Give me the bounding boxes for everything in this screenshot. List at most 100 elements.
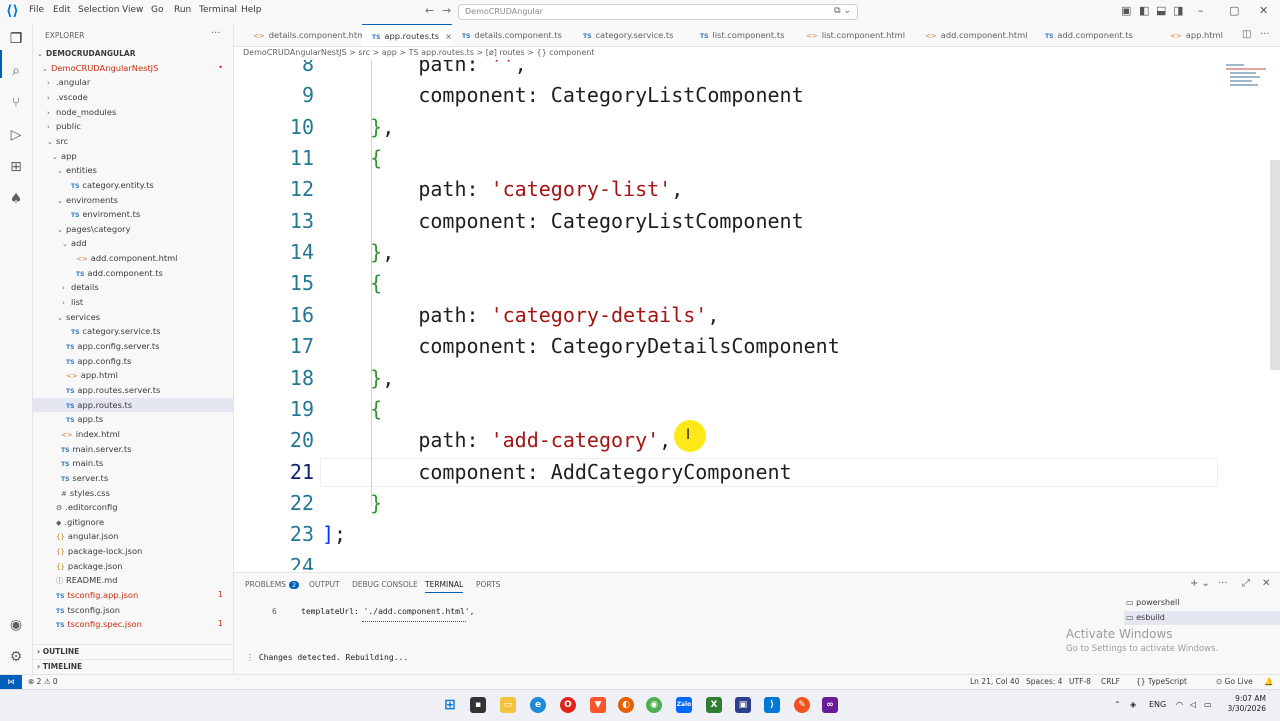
firefox-icon[interactable]: ◐: [618, 697, 634, 713]
code-line[interactable]: component: CategoryDetailsComponent: [322, 334, 839, 358]
tree-item[interactable]: TS app.config.server.ts: [33, 339, 233, 354]
code-line[interactable]: component: AddCategoryComponent: [322, 460, 791, 484]
panel-tab-output[interactable]: OUTPUT: [309, 580, 340, 589]
start-icon[interactable]: ⊞: [442, 697, 458, 713]
battery-icon[interactable]: ▭: [1204, 700, 1212, 709]
toggle-sidebar-icon[interactable]: ◧: [1139, 4, 1149, 17]
code-line[interactable]: },: [322, 366, 394, 390]
menu-run[interactable]: Run: [174, 5, 191, 15]
copilot-icon[interactable]: ⧉ ⌄: [834, 6, 851, 16]
tree-item[interactable]: ⌄ app: [33, 149, 233, 164]
tree-item[interactable]: <> app.html: [33, 368, 233, 383]
edge-icon[interactable]: e: [530, 697, 546, 713]
problems-status[interactable]: ⊗ 2 ⚠ 0: [28, 675, 58, 689]
visual-studio-icon[interactable]: ∞: [822, 697, 838, 713]
tray-app-icon[interactable]: ◈: [1130, 700, 1136, 709]
tab-list-component-ts[interactable]: TS list.component.ts: [690, 24, 794, 46]
eol-status[interactable]: CRLF: [1101, 675, 1120, 689]
code-line[interactable]: path: 'category-details',: [322, 303, 719, 327]
clock[interactable]: 9:07 AM 3/30/2026: [1220, 694, 1266, 714]
tree-item[interactable]: ⓘ README.md: [33, 573, 233, 588]
code-line[interactable]: {: [322, 271, 382, 295]
tree-item[interactable]: TS category.entity.ts: [33, 178, 233, 193]
tree-item[interactable]: › node_modules: [33, 105, 233, 120]
split-editor-icon[interactable]: ◫: [1242, 29, 1251, 40]
language-indicator[interactable]: ENG: [1149, 700, 1166, 709]
tree-item[interactable]: TS enviroment.ts: [33, 207, 233, 222]
code-line[interactable]: path: 'category-list',: [322, 177, 683, 201]
code-line[interactable]: },: [322, 115, 394, 139]
panel-tab-terminal[interactable]: TERMINAL: [425, 580, 464, 593]
go-live-status[interactable]: ⊙ Go Live: [1216, 675, 1253, 689]
menu-selection[interactable]: Selection: [78, 5, 119, 15]
menu-edit[interactable]: Edit: [53, 5, 70, 15]
tree-item[interactable]: TS app.routes.server.ts: [33, 383, 233, 398]
tab-category-service-ts[interactable]: TS category.service.ts: [573, 24, 689, 46]
back-arrow-icon[interactable]: ←: [425, 4, 434, 17]
source-control-icon[interactable]: ⑂: [7, 94, 25, 112]
indentation-status[interactable]: Spaces: 4: [1026, 675, 1062, 689]
code-line[interactable]: {: [322, 397, 382, 421]
encoding-status[interactable]: UTF-8: [1069, 675, 1091, 689]
save-app-icon[interactable]: ▣: [735, 697, 751, 713]
menu-terminal[interactable]: Terminal: [199, 5, 237, 15]
tree-item[interactable]: ⌄ DEMOCRUDANGULAR: [33, 46, 233, 61]
cursor-position-status[interactable]: Ln 21, Col 40: [970, 675, 1019, 689]
tree-item[interactable]: › details: [33, 280, 233, 295]
postman-icon[interactable]: ✎: [794, 697, 810, 713]
tab-list-component-html[interactable]: <> list.component.html: [796, 24, 914, 46]
opera-icon[interactable]: O: [560, 697, 576, 713]
toggle-panel-icon[interactable]: ⬓: [1156, 4, 1166, 17]
tree-item[interactable]: TS tsconfig.spec.json 1: [33, 617, 233, 632]
tree-item[interactable]: TS app.routes.ts: [33, 397, 233, 413]
tab-app-html[interactable]: <> app.html: [1160, 24, 1230, 46]
code-line[interactable]: path: 'add-category',: [322, 428, 671, 452]
editor-scrollbar[interactable]: [1270, 160, 1280, 370]
vscode-taskbar-icon[interactable]: ⟩: [764, 697, 780, 713]
forward-arrow-icon[interactable]: →: [442, 4, 451, 17]
tree-item[interactable]: › .angular: [33, 75, 233, 90]
menu-file[interactable]: File: [29, 5, 44, 15]
tree-item[interactable]: ⚙ .editorconfig: [33, 500, 233, 515]
minimize-icon[interactable]: –: [1198, 4, 1204, 17]
tree-item[interactable]: › .vscode: [33, 90, 233, 105]
menu-go[interactable]: Go: [151, 5, 163, 15]
new-terminal-icon[interactable]: + ⌄: [1190, 578, 1210, 589]
tree-item[interactable]: › list: [33, 295, 233, 310]
tree-item[interactable]: TS app.config.ts: [33, 354, 233, 369]
more-actions-icon[interactable]: ···: [211, 28, 221, 39]
tree-item[interactable]: ⌄ add: [33, 236, 233, 251]
panel-tab-ports[interactable]: PORTS: [476, 580, 500, 589]
account-icon[interactable]: ◉: [7, 616, 25, 634]
file-explorer-icon[interactable]: ▭: [500, 697, 516, 713]
tree-item[interactable]: {} package-lock.json: [33, 544, 233, 559]
tree-item[interactable]: ⌄ DemoCRUDAngularNestJS •: [33, 61, 233, 76]
tree-item[interactable]: TS server.ts: [33, 471, 233, 486]
tab-app-routes-ts[interactable]: TS app.routes.ts ×: [362, 24, 452, 46]
tree-item[interactable]: TS tsconfig.json: [33, 603, 233, 618]
tree-item[interactable]: <> add.component.html: [33, 251, 233, 266]
tree-item[interactable]: › public: [33, 119, 233, 134]
tree-item[interactable]: ⌄ entities: [33, 163, 233, 178]
remote-icon[interactable]: ⋈: [0, 675, 22, 689]
run-debug-icon[interactable]: ▷: [7, 126, 25, 144]
panel-tab-problems[interactable]: PROBLEMS 2: [245, 580, 300, 589]
tree-item[interactable]: TS app.ts: [33, 412, 233, 427]
tree-item[interactable]: {} package.json: [33, 559, 233, 574]
menu-view[interactable]: View: [122, 5, 143, 15]
outline-section[interactable]: › OUTLINE: [33, 644, 233, 659]
tree-item[interactable]: {} angular.json: [33, 529, 233, 544]
tree-item[interactable]: TS main.server.ts: [33, 442, 233, 457]
extensions-icon[interactable]: ⊞: [7, 158, 25, 176]
tree-item[interactable]: TS tsconfig.app.json 1: [33, 588, 233, 603]
tab-add-component-html[interactable]: <> add.component.html: [915, 24, 1033, 46]
code-editor[interactable]: 8 path: '', 9 component: CategoryListComp…: [234, 60, 1270, 570]
command-center-search[interactable]: DemoCRUDAngular ⧉ ⌄: [458, 4, 858, 20]
code-line[interactable]: path: '',: [322, 60, 526, 76]
zalo-icon[interactable]: Zalo: [676, 697, 692, 713]
tab-details-component-html[interactable]: <> details.component.html: [243, 24, 368, 46]
tree-item[interactable]: # styles.css: [33, 486, 233, 501]
chrome-icon[interactable]: ◉: [646, 697, 662, 713]
more-editor-actions-icon[interactable]: ···: [1260, 29, 1270, 40]
code-line[interactable]: {: [322, 146, 382, 170]
